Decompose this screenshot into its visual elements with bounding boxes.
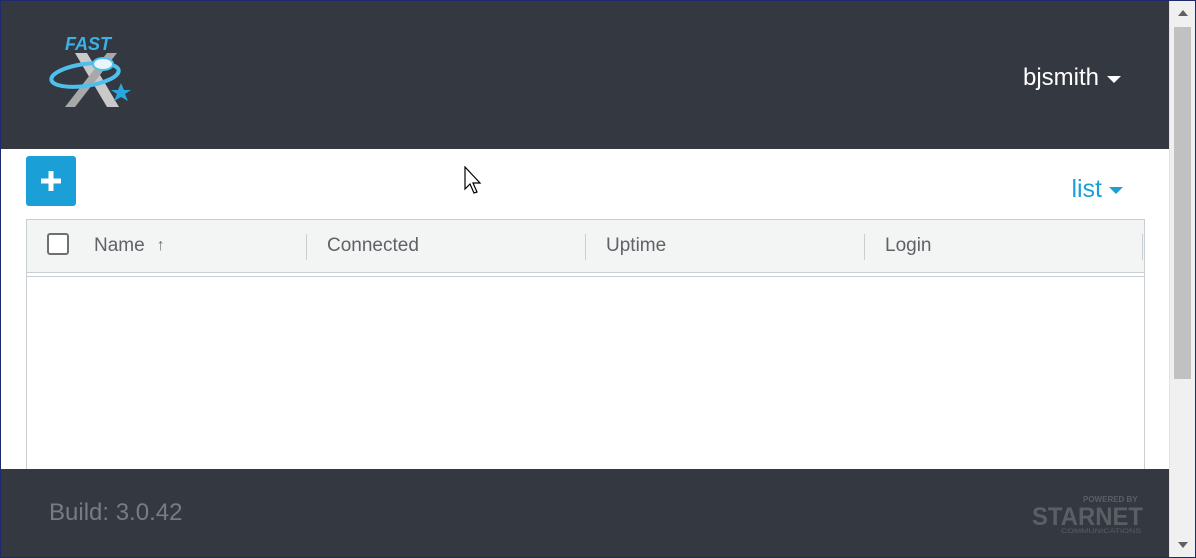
- mouse-cursor-icon: [464, 166, 482, 194]
- column-header-name[interactable]: Name ↑: [94, 220, 165, 272]
- view-mode-label: list: [1071, 174, 1102, 203]
- column-divider[interactable]: [306, 234, 307, 260]
- svg-text:STARNET: STARNET: [1032, 503, 1143, 531]
- plus-icon: [41, 171, 61, 191]
- view-mode-dropdown[interactable]: list: [1071, 173, 1123, 205]
- fastx-logo[interactable]: FAST: [45, 31, 137, 113]
- column-divider[interactable]: [585, 234, 586, 260]
- svg-text:FAST: FAST: [65, 34, 113, 54]
- add-session-button[interactable]: [26, 156, 76, 206]
- column-label: Connected: [327, 235, 419, 256]
- column-header-connected[interactable]: Connected: [327, 220, 419, 272]
- header-divider: [27, 276, 1144, 277]
- svg-text:COMMUNICATIONS: COMMUNICATIONS: [1061, 529, 1141, 535]
- vertical-scrollbar[interactable]: [1169, 1, 1195, 557]
- column-header-uptime[interactable]: Uptime: [606, 220, 666, 272]
- scroll-down-icon[interactable]: [1178, 542, 1188, 548]
- column-label: Name: [94, 235, 145, 256]
- sessions-table: Name ↑ Connected Uptime Login: [26, 219, 1145, 479]
- build-version: Build: 3.0.42: [49, 499, 183, 526]
- app-footer: Build: 3.0.42 POWERED BY STARNET COMMUNI…: [1, 469, 1169, 557]
- app-header: FAST bjsmith: [1, 1, 1169, 149]
- chevron-down-icon: [1107, 75, 1121, 83]
- scroll-up-icon[interactable]: [1178, 10, 1188, 16]
- browser-viewport: FAST bjsmith list Name ↑ Connected Uptim…: [1, 1, 1169, 557]
- user-menu[interactable]: bjsmith: [1023, 61, 1121, 95]
- starnet-logo: POWERED BY STARNET COMMUNICATIONS: [1032, 495, 1143, 535]
- column-divider[interactable]: [864, 234, 865, 260]
- select-all-checkbox[interactable]: [47, 233, 69, 255]
- sort-ascending-icon: ↑: [156, 237, 165, 254]
- column-divider[interactable]: [1142, 234, 1143, 260]
- column-label: Uptime: [606, 235, 667, 256]
- scrollbar-thumb[interactable]: [1174, 27, 1191, 379]
- column-label: Login: [885, 235, 932, 256]
- username-label: bjsmith: [1022, 64, 1099, 91]
- chevron-down-icon: [1109, 187, 1123, 194]
- column-header-login[interactable]: Login: [885, 220, 932, 272]
- table-header: Name ↑ Connected Uptime Login: [27, 220, 1144, 273]
